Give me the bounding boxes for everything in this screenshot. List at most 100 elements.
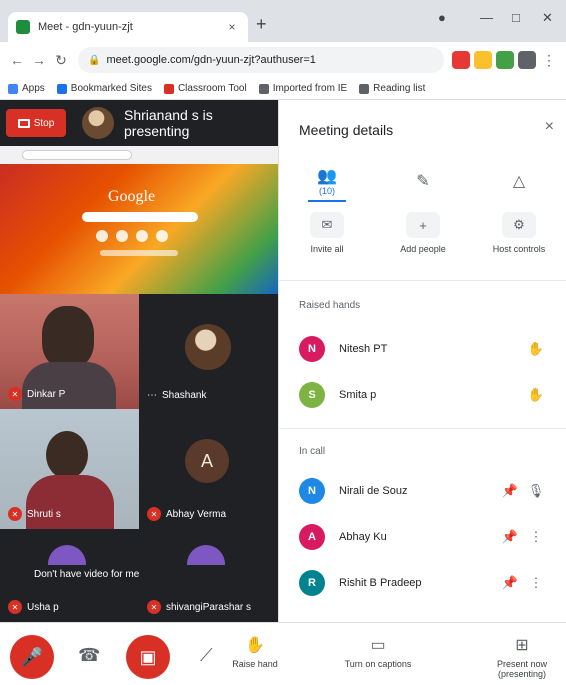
invite-button[interactable]: ✉ Invite all [279, 212, 375, 268]
pin-icon[interactable]: 📌 [497, 575, 523, 591]
forward-icon[interactable]: → [28, 52, 50, 68]
mic-icon[interactable]: 🎙 [523, 483, 549, 499]
bookmark-item[interactable]: Imported from IE [258, 83, 347, 94]
shared-search-box [82, 212, 198, 222]
mic-off-icon: 🎤 [20, 646, 44, 667]
menu-icon[interactable]: ⋮ [538, 52, 560, 69]
folder-icon [258, 83, 269, 94]
participant-tile[interactable]: ✕ shivangiParashar s [139, 529, 278, 622]
extension-icon[interactable] [496, 51, 514, 69]
back-icon[interactable]: ← [6, 52, 28, 68]
profile-icon[interactable] [518, 51, 536, 69]
address-text: meet.google.com/gdn-yuun-zjt?authuser=1 [106, 54, 316, 66]
minimize-icon[interactable]: — [480, 10, 493, 25]
in-call-heading: In call [299, 446, 326, 457]
browser-toolbar: ← → ↻ 🔒 meet.google.com/gdn-yuun-zjt?aut… [0, 42, 566, 78]
more-options-icon[interactable]: ⋮ [523, 529, 549, 545]
avatar: N [299, 336, 325, 362]
shared-footer [100, 250, 178, 256]
apps-icon [8, 83, 18, 94]
participant-row[interactable]: A Abhay Ku 📌 ⋮ [299, 520, 549, 554]
participant-video [46, 431, 88, 479]
avatar: R [299, 570, 325, 596]
bookmark-item[interactable]: Reading list [359, 83, 425, 94]
hang-up-icon[interactable]: ☎ [78, 645, 100, 666]
participant-row[interactable]: N Nirali de Souz 📌 🎙 [299, 474, 549, 508]
bookmark-item[interactable]: Bookmarked Sites [56, 83, 152, 94]
extension-icon[interactable] [452, 51, 470, 69]
people-count: (10) [318, 186, 335, 196]
camera-toggle-button[interactable]: ▣ [126, 635, 170, 679]
raised-hand-row[interactable]: S Smita p ✋ [299, 378, 549, 412]
tab-title: Meet - gdn-yuun-zjt [38, 21, 133, 33]
present-icon: ⊞ [515, 637, 529, 654]
meeting-details-panel: Meeting details × 👥 (10) ✎ △ ✉ Invite al… [278, 100, 566, 622]
activities-icon: △ [512, 173, 526, 190]
panel-title: Meeting details [299, 122, 394, 138]
present-icon [17, 118, 30, 128]
google-logo: Google [108, 188, 156, 205]
participant-tile[interactable]: A ✕ Abhay Verma [139, 409, 278, 529]
more-options-icon[interactable]: ⟋ [200, 645, 213, 666]
mic-off-icon: ✕ [8, 600, 22, 614]
reload-icon[interactable]: ↻ [50, 52, 72, 69]
no-video-caption: Don't have video for meeting [34, 569, 139, 580]
camera-off-icon: ▣ [139, 646, 157, 667]
avatar [185, 324, 231, 370]
raised-hand-row[interactable]: N Nitesh PT ✋ [299, 332, 549, 366]
presentation-bar: Stop Shrianand s is presenting [0, 100, 278, 146]
tab-chat[interactable]: ✎ [375, 160, 471, 202]
lock-icon: 🔒 [88, 54, 101, 66]
avatar [48, 545, 86, 565]
participant-tile[interactable]: ✕ Dinkar P [0, 294, 139, 409]
participant-tile[interactable]: ⋯ Shashank [139, 294, 278, 409]
participant-video [42, 306, 94, 368]
maximize-icon[interactable]: □ [512, 10, 520, 25]
close-tab-icon[interactable]: × [224, 20, 240, 34]
tab-people[interactable]: 👥 (10) [279, 160, 375, 202]
more-options-icon[interactable]: ⋮ [523, 575, 549, 591]
avatar: S [299, 382, 325, 408]
mic-off-icon: ✕ [8, 507, 22, 521]
close-window-icon[interactable]: ✕ [542, 10, 553, 26]
reading-list-icon [359, 83, 370, 94]
participant-tile[interactable]: ✕ Shruti s [0, 409, 139, 529]
tab-activities[interactable]: △ [471, 160, 566, 202]
person-name: Abhay Ku [339, 531, 387, 543]
browser-tab[interactable]: Meet - gdn-yuun-zjt × [8, 12, 248, 42]
people-icon: 👥 [317, 168, 337, 185]
add-person-icon: + [406, 212, 440, 238]
raise-hand-icon[interactable]: ✋ [523, 387, 549, 403]
stop-presenting-button[interactable]: Stop [6, 109, 66, 137]
participant-name: ⋯ Shashank [147, 390, 207, 401]
mic-off-icon: ✕ [8, 387, 22, 401]
more-icon: ⋯ [147, 390, 157, 401]
person-name: Nitesh PT [339, 343, 388, 355]
bookmark-item[interactable]: Classroom Tool [163, 83, 247, 94]
captions-button[interactable]: ▭ Turn on captions [338, 635, 418, 669]
window-dot-icon: ● [438, 10, 446, 25]
bookmark-item[interactable]: Apps [8, 83, 45, 94]
raise-hand-icon: ✋ [245, 637, 265, 654]
participant-name: ✕ Shruti s [8, 507, 61, 521]
pin-icon[interactable]: 📌 [497, 529, 523, 545]
add-people-button[interactable]: + Add people [375, 212, 471, 268]
raise-hand-icon[interactable]: ✋ [523, 341, 549, 357]
participant-tile[interactable]: Don't have video for meeting ✕ Usha p [0, 529, 139, 622]
extension-icon[interactable] [474, 51, 492, 69]
panel-actions: ✉ Invite all + Add people ⚙ Host control… [279, 212, 566, 268]
shared-screen[interactable]: Google [0, 146, 278, 294]
participant-name: ✕ shivangiParashar s [147, 600, 251, 614]
new-tab-button[interactable]: + [256, 14, 267, 35]
present-now-button[interactable]: ⊞ Present now (presenting) [486, 635, 558, 679]
raise-hand-button[interactable]: ✋ Raise hand [230, 635, 280, 669]
host-controls-button[interactable]: ⚙ Host controls [471, 212, 566, 268]
avatar: N [299, 478, 325, 504]
close-icon[interactable]: × [545, 118, 554, 136]
address-bar[interactable]: 🔒 meet.google.com/gdn-yuun-zjt?authuser=… [78, 47, 444, 73]
shared-address-bar [22, 150, 132, 160]
mic-toggle-button[interactable]: 🎤 [10, 635, 54, 679]
participant-row[interactable]: R Rishit B Pradeep 📌 ⋮ [299, 566, 549, 600]
mic-off-icon: ✕ [147, 600, 161, 614]
pin-icon[interactable]: 📌 [497, 483, 523, 499]
